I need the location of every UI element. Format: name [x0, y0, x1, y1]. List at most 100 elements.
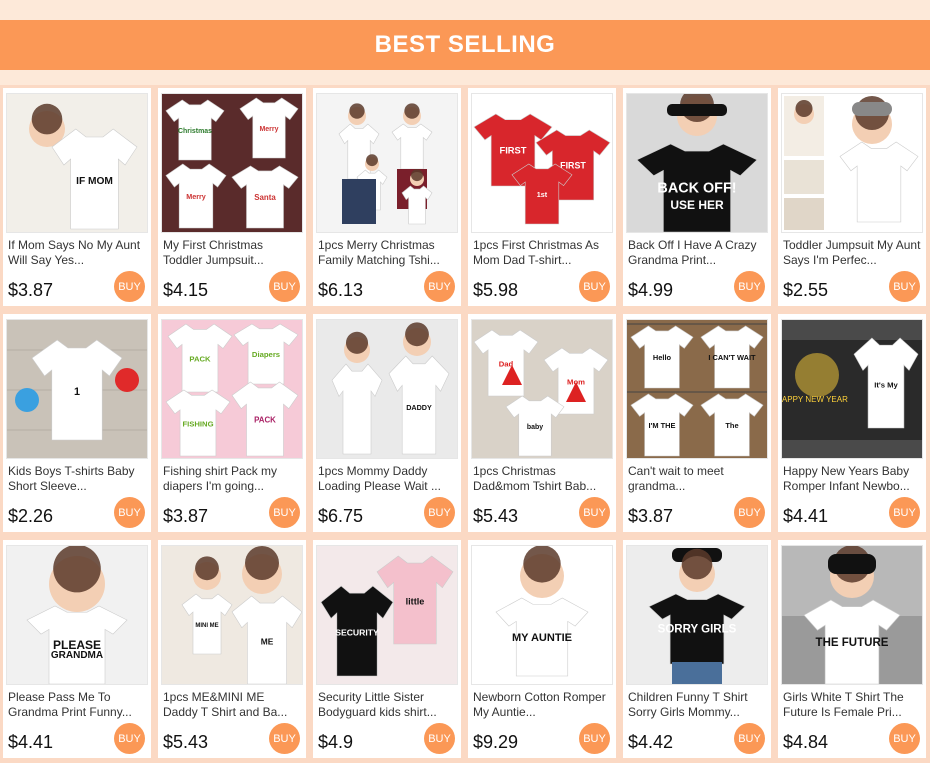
svg-text:I'M THE: I'M THE — [649, 421, 676, 430]
buy-button[interactable]: BUY — [889, 271, 920, 302]
product-price: $6.75 — [318, 506, 364, 526]
product-card[interactable]: Dad Mom baby 1pcs Christmas Dad&mom Tshir… — [468, 314, 616, 532]
product-title[interactable]: Children Funny T Shirt Sorry Girls Mommy… — [628, 690, 766, 720]
buy-button[interactable]: BUY — [269, 723, 300, 754]
product-image[interactable]: PLEASE GRANDMA — [6, 545, 148, 685]
product-price: $4.41 — [8, 732, 54, 752]
product-card[interactable]: Hello I CAN'T WAIT I'M THE The Can't wait… — [623, 314, 771, 532]
product-title[interactable]: Security Little Sister Bodyguard kids sh… — [318, 690, 456, 720]
svg-text:1st: 1st — [537, 190, 548, 199]
svg-text:DADDY: DADDY — [406, 403, 432, 412]
product-card[interactable]: HAPPY NEW YEAR It's My Happy New Years Ba… — [778, 314, 926, 532]
product-title[interactable]: 1pcs Christmas Dad&mom Tshirt Bab... — [473, 464, 611, 494]
svg-text:It's My: It's My — [874, 381, 898, 390]
buy-button[interactable]: BUY — [424, 271, 455, 302]
product-title[interactable]: Toddler Jumpsuit My Aunt Says I'm Perfec… — [783, 238, 921, 268]
product-card[interactable]: 1pcs Merry Christmas Family Matching Tsh… — [313, 88, 461, 306]
product-price: $3.87 — [8, 280, 54, 300]
product-card[interactable]: DADDY 1pcs Mommy Daddy Loading Please Wai… — [313, 314, 461, 532]
product-card[interactable]: FIRST FIRST 1st 1pcs First Christmas As M… — [468, 88, 616, 306]
svg-text:Merry: Merry — [260, 126, 279, 133]
svg-text:MINI ME: MINI ME — [195, 623, 218, 629]
product-title[interactable]: 1pcs ME&MINI ME Daddy T Shirt and Ba... — [163, 690, 301, 720]
product-price: $4.84 — [783, 732, 829, 752]
product-title[interactable]: Can't wait to meet grandma... — [628, 464, 766, 494]
product-image[interactable]: 1 — [6, 319, 148, 459]
svg-text:Christmas: Christmas — [178, 128, 212, 135]
svg-text:BACK OFF!: BACK OFF! — [657, 180, 736, 196]
product-image[interactable] — [781, 93, 923, 233]
product-image[interactable]: SECURITY little — [316, 545, 458, 685]
product-card[interactable]: PACK Diapers FISHING PACK Fishing shirt P… — [158, 314, 306, 532]
buy-button[interactable]: BUY — [114, 497, 145, 528]
product-card[interactable]: Christmas Merry Merry Santa My First Chri… — [158, 88, 306, 306]
svg-text:THE FUTURE: THE FUTURE — [816, 637, 889, 649]
product-card[interactable]: THE FUTURE Girls White T Shirt The Future… — [778, 540, 926, 758]
product-title[interactable]: If Mom Says No My Aunt Will Say Yes... — [8, 238, 146, 268]
product-card[interactable]: SECURITY little Security Little Sister Bo… — [313, 540, 461, 758]
buy-button[interactable]: BUY — [269, 271, 300, 302]
product-card[interactable]: BACK OFF! USE HER Back Off I Have A Crazy … — [623, 88, 771, 306]
product-image[interactable]: BACK OFF! USE HER — [626, 93, 768, 233]
buy-button[interactable]: BUY — [734, 723, 765, 754]
svg-text:Diapers: Diapers — [252, 350, 280, 359]
product-card[interactable]: 1 Kids Boys T-shirts Baby Short Sleeve...… — [3, 314, 151, 532]
product-title[interactable]: Girls White T Shirt The Future Is Female… — [783, 690, 921, 720]
product-title[interactable]: Happy New Years Baby Romper Infant Newbo… — [783, 464, 921, 494]
svg-text:baby: baby — [527, 424, 543, 431]
product-title[interactable]: 1pcs Merry Christmas Family Matching Tsh… — [318, 238, 456, 268]
buy-button[interactable]: BUY — [114, 271, 145, 302]
banner-title: BEST SELLING — [374, 31, 556, 58]
product-image[interactable]: MY AUNTIE — [471, 545, 613, 685]
product-price: $4.41 — [783, 506, 829, 526]
product-image[interactable]: SORRY GIRLS — [626, 545, 768, 685]
product-title[interactable]: Kids Boys T-shirts Baby Short Sleeve... — [8, 464, 146, 494]
buy-button[interactable]: BUY — [889, 723, 920, 754]
svg-text:GRANDMA: GRANDMA — [51, 650, 103, 661]
product-title[interactable]: 1pcs First Christmas As Mom Dad T-shirt.… — [473, 238, 611, 268]
product-card[interactable]: PLEASE GRANDMA Please Pass Me To Grandma P… — [3, 540, 151, 758]
product-image[interactable]: DADDY — [316, 319, 458, 459]
buy-button[interactable]: BUY — [424, 497, 455, 528]
buy-button[interactable]: BUY — [114, 723, 145, 754]
product-image[interactable]: Dad Mom baby — [471, 319, 613, 459]
product-image[interactable]: THE FUTURE — [781, 545, 923, 685]
buy-button[interactable]: BUY — [734, 271, 765, 302]
svg-text:MY AUNTIE: MY AUNTIE — [512, 632, 572, 644]
svg-text:PACK: PACK — [189, 354, 211, 363]
product-price: $2.26 — [8, 506, 54, 526]
best-selling-banner: BEST SELLING — [0, 20, 930, 70]
product-image[interactable]: ME MINI ME — [161, 545, 303, 685]
product-image[interactable]: Christmas Merry Merry Santa — [161, 93, 303, 233]
buy-button[interactable]: BUY — [424, 723, 455, 754]
product-image[interactable]: HAPPY NEW YEAR It's My — [781, 319, 923, 459]
product-card[interactable]: Toddler Jumpsuit My Aunt Says I'm Perfec… — [778, 88, 926, 306]
product-price: $3.87 — [628, 506, 674, 526]
product-card[interactable]: IF MOM If Mom Says No My Aunt Will Say Ye… — [3, 88, 151, 306]
top-strip — [0, 0, 930, 20]
product-title[interactable]: Newborn Cotton Romper My Auntie... — [473, 690, 611, 720]
product-card[interactable]: ME MINI ME 1pcs ME&MINI ME Daddy T Shirt … — [158, 540, 306, 758]
product-image[interactable]: Hello I CAN'T WAIT I'M THE The — [626, 319, 768, 459]
product-title[interactable]: Please Pass Me To Grandma Print Funny... — [8, 690, 146, 720]
product-title[interactable]: Fishing shirt Pack my diapers I'm going.… — [163, 464, 301, 494]
buy-button[interactable]: BUY — [579, 723, 610, 754]
svg-text:IF MOM: IF MOM — [76, 176, 113, 187]
product-title[interactable]: My First Christmas Toddler Jumpsuit... — [163, 238, 301, 268]
product-image[interactable]: IF MOM — [6, 93, 148, 233]
buy-button[interactable]: BUY — [269, 497, 300, 528]
product-image[interactable] — [316, 93, 458, 233]
buy-button[interactable]: BUY — [579, 271, 610, 302]
product-image[interactable]: PACK Diapers FISHING PACK — [161, 319, 303, 459]
product-title[interactable]: Back Off I Have A Crazy Grandma Print... — [628, 238, 766, 268]
product-card[interactable]: SORRY GIRLS Children Funny T Shirt Sorry … — [623, 540, 771, 758]
product-card[interactable]: MY AUNTIE Newborn Cotton Romper My Auntie… — [468, 540, 616, 758]
svg-text:Santa: Santa — [254, 193, 276, 202]
product-grid: IF MOM If Mom Says No My Aunt Will Say Ye… — [0, 85, 930, 763]
buy-button[interactable]: BUY — [734, 497, 765, 528]
buy-button[interactable]: BUY — [889, 497, 920, 528]
buy-button[interactable]: BUY — [579, 497, 610, 528]
product-image[interactable]: FIRST FIRST 1st — [471, 93, 613, 233]
product-price: $4.99 — [628, 280, 674, 300]
product-title[interactable]: 1pcs Mommy Daddy Loading Please Wait ... — [318, 464, 456, 494]
